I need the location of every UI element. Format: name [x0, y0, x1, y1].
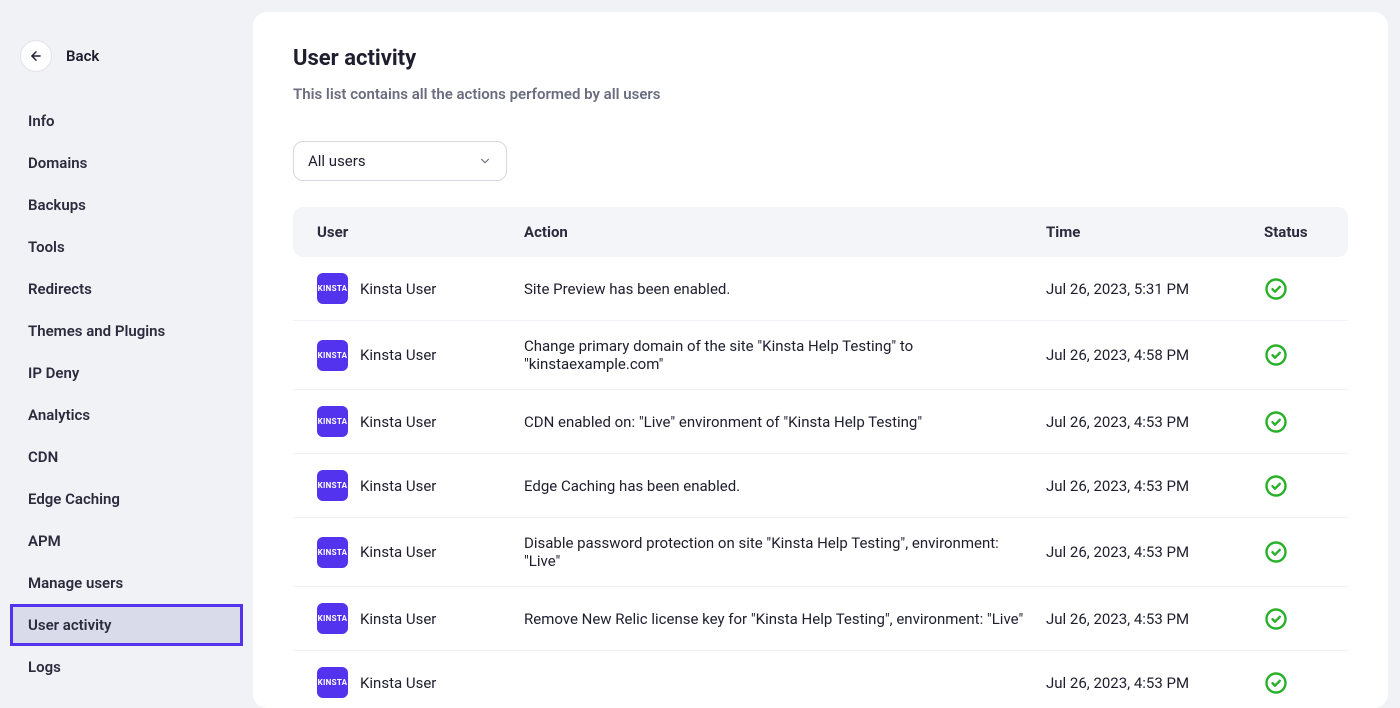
status-cell: [1264, 671, 1324, 695]
check-circle-icon: [1264, 671, 1288, 695]
time-cell: Jul 26, 2023, 4:53 PM: [1046, 674, 1264, 692]
status-cell: [1264, 540, 1324, 564]
table-body: KINSTA Kinsta User Site Preview has been e…: [293, 257, 1348, 708]
user-cell: KINSTA Kinsta User: [317, 340, 524, 371]
sidebar-item-ip-deny[interactable]: IP Deny: [0, 352, 253, 394]
user-filter-select[interactable]: All users: [293, 141, 507, 181]
avatar: KINSTA: [317, 603, 348, 634]
sidebar-item-redirects[interactable]: Redirects: [0, 268, 253, 310]
status-cell: [1264, 474, 1324, 498]
sidebar-item-tools[interactable]: Tools: [0, 226, 253, 268]
action-cell: Site Preview has been enabled.: [524, 280, 1046, 298]
check-circle-icon: [1264, 277, 1288, 301]
arrow-left-icon: [29, 49, 43, 63]
main-panel: User activity This list contains all the…: [253, 12, 1388, 708]
col-header-user: User: [317, 223, 524, 241]
user-cell: KINSTA Kinsta User: [317, 470, 524, 501]
avatar: KINSTA: [317, 667, 348, 698]
back-button[interactable]: [20, 40, 52, 72]
table-header: User Action Time Status: [293, 207, 1348, 257]
status-cell: [1264, 277, 1324, 301]
action-cell: Edge Caching has been enabled.: [524, 477, 1046, 495]
sidebar-item-analytics[interactable]: Analytics: [0, 394, 253, 436]
user-filter-selected: All users: [308, 152, 366, 170]
sidebar-item-apm[interactable]: APM: [0, 520, 253, 562]
user-name: Kinsta User: [360, 477, 436, 495]
avatar: KINSTA: [317, 537, 348, 568]
action-cell: Disable password protection on site "Kin…: [524, 534, 1046, 570]
user-cell: KINSTA Kinsta User: [317, 406, 524, 437]
time-cell: Jul 26, 2023, 4:53 PM: [1046, 413, 1264, 431]
table-row: KINSTA Kinsta User Site Preview has been e…: [293, 257, 1348, 321]
table-row: KINSTA Kinsta User CDN enabled on: "Live" …: [293, 390, 1348, 454]
page-subtitle: This list contains all the actions perfo…: [293, 85, 1348, 103]
avatar: KINSTA: [317, 340, 348, 371]
sidebar-item-logs[interactable]: Logs: [0, 646, 253, 688]
time-cell: Jul 26, 2023, 4:58 PM: [1046, 346, 1264, 364]
action-cell: Change primary domain of the site "Kinst…: [524, 337, 1046, 373]
check-circle-icon: [1264, 607, 1288, 631]
col-header-status: Status: [1264, 223, 1324, 241]
sidebar-item-backups[interactable]: Backups: [0, 184, 253, 226]
sidebar-item-manage-users[interactable]: Manage users: [0, 562, 253, 604]
user-cell: KINSTA Kinsta User: [317, 537, 524, 568]
user-name: Kinsta User: [360, 413, 436, 431]
table-row: KINSTA Kinsta User Remove New Relic licens…: [293, 587, 1348, 651]
sidebar-item-themes-and-plugins[interactable]: Themes and Plugins: [0, 310, 253, 352]
activity-table: User Action Time Status KINSTA Kinsta Use…: [293, 207, 1348, 708]
sidebar-item-user-activity[interactable]: User activity: [10, 604, 243, 646]
time-cell: Jul 26, 2023, 4:53 PM: [1046, 543, 1264, 561]
time-cell: Jul 26, 2023, 4:53 PM: [1046, 477, 1264, 495]
page-title: User activity: [293, 46, 1348, 71]
user-name: Kinsta User: [360, 543, 436, 561]
status-cell: [1264, 607, 1324, 631]
sidebar-item-info[interactable]: Info: [0, 100, 253, 142]
sidebar-item-domains[interactable]: Domains: [0, 142, 253, 184]
avatar: KINSTA: [317, 406, 348, 437]
action-cell: Remove New Relic license key for "Kinsta…: [524, 610, 1046, 628]
avatar: KINSTA: [317, 470, 348, 501]
table-row: KINSTA Kinsta User Change primary domain o…: [293, 321, 1348, 390]
user-name: Kinsta User: [360, 610, 436, 628]
col-header-action: Action: [524, 223, 1046, 241]
sidebar-item-cdn[interactable]: CDN: [0, 436, 253, 478]
back-label[interactable]: Back: [66, 47, 99, 65]
back-row: Back: [0, 40, 253, 72]
user-cell: KINSTA Kinsta User: [317, 667, 524, 698]
table-row: KINSTA Kinsta User Jul 26, 2023, 4:53 PM: [293, 651, 1348, 708]
user-name: Kinsta User: [360, 674, 436, 692]
check-circle-icon: [1264, 410, 1288, 434]
user-name: Kinsta User: [360, 280, 436, 298]
check-circle-icon: [1264, 540, 1288, 564]
table-row: KINSTA Kinsta User Disable password protec…: [293, 518, 1348, 587]
check-circle-icon: [1264, 474, 1288, 498]
sidebar-item-edge-caching[interactable]: Edge Caching: [0, 478, 253, 520]
user-cell: KINSTA Kinsta User: [317, 273, 524, 304]
action-cell: CDN enabled on: "Live" environment of "K…: [524, 413, 1046, 431]
status-cell: [1264, 410, 1324, 434]
avatar: KINSTA: [317, 273, 348, 304]
status-cell: [1264, 343, 1324, 367]
nav-list: InfoDomainsBackupsToolsRedirectsThemes a…: [0, 100, 253, 688]
time-cell: Jul 26, 2023, 4:53 PM: [1046, 610, 1264, 628]
user-name: Kinsta User: [360, 346, 436, 364]
sidebar: Back InfoDomainsBackupsToolsRedirectsThe…: [0, 0, 253, 708]
user-cell: KINSTA Kinsta User: [317, 603, 524, 634]
time-cell: Jul 26, 2023, 5:31 PM: [1046, 280, 1264, 298]
check-circle-icon: [1264, 343, 1288, 367]
chevron-down-icon: [478, 154, 492, 168]
col-header-time: Time: [1046, 223, 1264, 241]
table-row: KINSTA Kinsta User Edge Caching has been e…: [293, 454, 1348, 518]
